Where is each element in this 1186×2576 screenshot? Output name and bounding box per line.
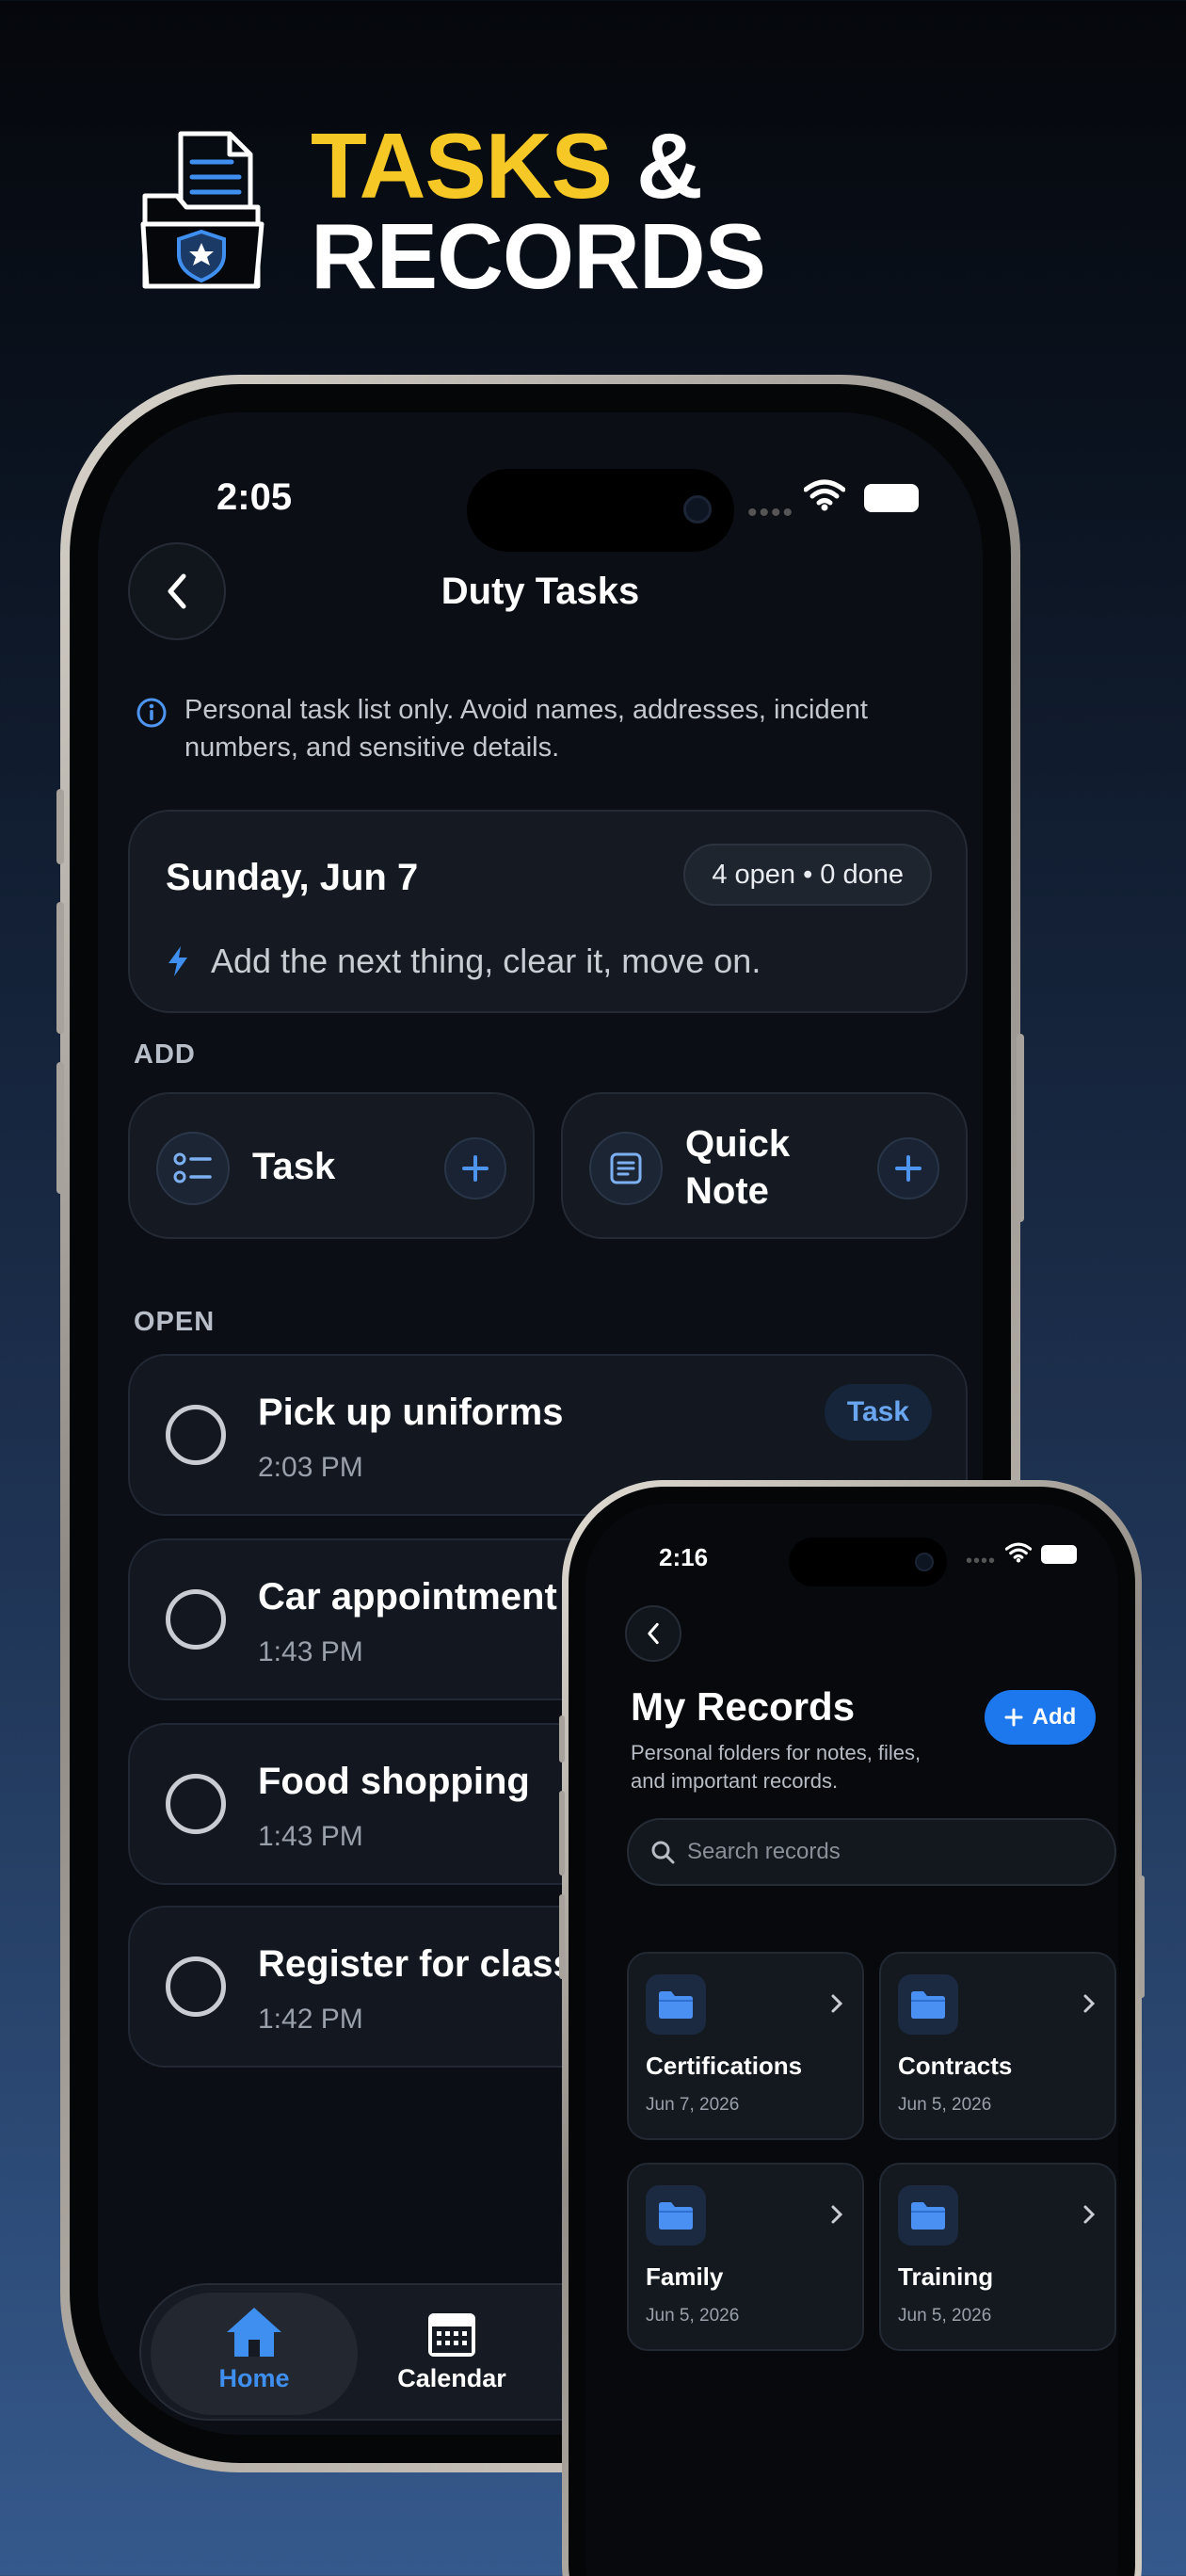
folder-date: Jun 5, 2026 xyxy=(898,2095,992,2115)
search-icon xyxy=(651,1841,675,1864)
notice-text: Personal task list only. Avoid names, ad… xyxy=(184,695,868,763)
add-note-label-line2: Note xyxy=(685,1170,769,1212)
chevron-right-icon xyxy=(831,2205,843,2224)
folder-icon xyxy=(898,1974,958,2035)
folder-date: Jun 5, 2026 xyxy=(898,2306,992,2326)
add-note-label-line1: Quick xyxy=(685,1123,791,1165)
add-record-label: Add xyxy=(1032,1704,1077,1730)
status-badge: 4 open • 0 done xyxy=(683,844,932,906)
folder-name: Family xyxy=(646,2262,724,2291)
folder-icon xyxy=(898,2185,958,2246)
volume-up-button xyxy=(559,1791,565,1876)
task-time: 1:43 PM xyxy=(258,1821,363,1852)
volume-down-button xyxy=(56,1062,64,1194)
dynamic-island xyxy=(789,1538,947,1586)
power-button xyxy=(1139,1876,1145,1998)
hero-word-records: RECORDS xyxy=(311,204,766,308)
search-bar[interactable] xyxy=(627,1818,1116,1886)
document-folder-badge-icon xyxy=(140,131,264,289)
folder-date: Jun 5, 2026 xyxy=(646,2306,740,2326)
task-title: Register for class xyxy=(258,1943,574,1985)
tab-calendar[interactable]: Calendar xyxy=(358,2306,546,2393)
add-task-button[interactable]: Task xyxy=(128,1092,535,1239)
task-title: Car appointment xyxy=(258,1576,557,1618)
chevron-right-icon xyxy=(1083,1994,1096,2013)
camera-icon xyxy=(683,495,712,523)
note-icon xyxy=(589,1132,663,1205)
wifi-icon xyxy=(804,479,845,511)
house-icon xyxy=(227,2308,281,2357)
camera-icon xyxy=(915,1553,934,1571)
tip-row: Add the next thing, clear it, move on. xyxy=(166,942,761,981)
battery-icon xyxy=(864,484,919,512)
open-section-label: OPEN xyxy=(134,1307,216,1337)
signal-icon: •••• xyxy=(747,497,795,528)
plus-icon xyxy=(444,1137,506,1199)
status-time: 2:05 xyxy=(216,476,293,518)
chevron-left-icon xyxy=(648,1622,659,1645)
folder-name: Training xyxy=(898,2262,994,2291)
task-time: 1:42 PM xyxy=(258,2004,363,2035)
folder-date: Jun 7, 2026 xyxy=(646,2095,740,2115)
folder-name: Contracts xyxy=(898,2052,1013,2080)
wifi-icon xyxy=(1005,1542,1032,1563)
complete-checkbox[interactable] xyxy=(166,1405,226,1465)
privacy-notice: Personal task list only. Avoid names, ad… xyxy=(136,691,907,766)
page-title: Duty Tasks xyxy=(441,571,640,612)
calendar-icon xyxy=(428,2313,475,2357)
checklist-icon xyxy=(156,1132,230,1205)
plus-icon xyxy=(1004,1708,1023,1727)
volume-down-button xyxy=(559,1894,565,1979)
side-button xyxy=(56,789,64,864)
folder-name: Certifications xyxy=(646,2052,803,2080)
task-time: 2:03 PM xyxy=(258,1452,363,1483)
power-button xyxy=(1017,1034,1024,1222)
task-type-badge: Task xyxy=(824,1384,932,1441)
chevron-right-icon xyxy=(1083,2205,1096,2224)
back-button[interactable] xyxy=(625,1605,681,1662)
info-icon xyxy=(136,698,167,728)
hero-title: TASKS & RECORDS xyxy=(311,120,766,308)
complete-checkbox[interactable] xyxy=(166,1774,226,1834)
page-title: My Records xyxy=(631,1684,856,1729)
status-time: 2:16 xyxy=(659,1543,709,1571)
tab-home[interactable]: Home xyxy=(151,2304,358,2393)
my-records-screen: 2:16 •••• My Records Personal folders fo… xyxy=(585,1504,1118,2576)
tip-text: Add the next thing, clear it, move on. xyxy=(211,942,761,980)
hero-word-amp: & xyxy=(636,114,703,217)
signal-icon: •••• xyxy=(966,1551,997,1571)
task-title: Food shopping xyxy=(258,1761,530,1802)
chevron-right-icon xyxy=(831,1994,843,2013)
add-quick-note-button[interactable]: Quick Note xyxy=(561,1092,968,1239)
complete-checkbox[interactable] xyxy=(166,1956,226,2017)
add-task-label: Task xyxy=(252,1146,336,1187)
battery-icon xyxy=(1041,1545,1077,1564)
add-record-button[interactable]: Add xyxy=(985,1690,1096,1745)
page-subtitle: Personal folders for notes, files, and i… xyxy=(631,1741,922,1793)
side-button xyxy=(559,1715,565,1763)
add-note-label: Quick Note xyxy=(685,1120,790,1215)
plus-icon xyxy=(877,1137,939,1199)
folder-card[interactable]: Training Jun 5, 2026 xyxy=(879,2163,1116,2351)
add-section-label: ADD xyxy=(134,1039,196,1070)
complete-checkbox[interactable] xyxy=(166,1589,226,1650)
folder-icon xyxy=(646,1974,706,2035)
phone-my-records: 2:16 •••• My Records Personal folders fo… xyxy=(559,1480,1145,2576)
dynamic-island xyxy=(467,469,734,552)
folder-card[interactable]: Family Jun 5, 2026 xyxy=(627,2163,864,2351)
tab-home-label: Home xyxy=(218,2364,290,2392)
folder-icon xyxy=(646,2185,706,2246)
folder-card[interactable]: Certifications Jun 7, 2026 xyxy=(627,1952,864,2140)
tab-calendar-label: Calendar xyxy=(397,2364,506,2392)
task-title: Pick up uniforms xyxy=(258,1392,564,1433)
folder-card[interactable]: Contracts Jun 5, 2026 xyxy=(879,1952,1116,2140)
lightning-icon xyxy=(168,946,187,976)
hero-word-tasks: TASKS xyxy=(311,114,613,217)
task-time: 1:43 PM xyxy=(258,1636,363,1667)
current-date: Sunday, Jun 7 xyxy=(166,857,419,898)
volume-up-button xyxy=(56,902,64,1034)
date-summary-card: Sunday, Jun 7 4 open • 0 done Add the ne… xyxy=(128,810,968,1013)
search-input[interactable] xyxy=(687,1820,1082,1884)
